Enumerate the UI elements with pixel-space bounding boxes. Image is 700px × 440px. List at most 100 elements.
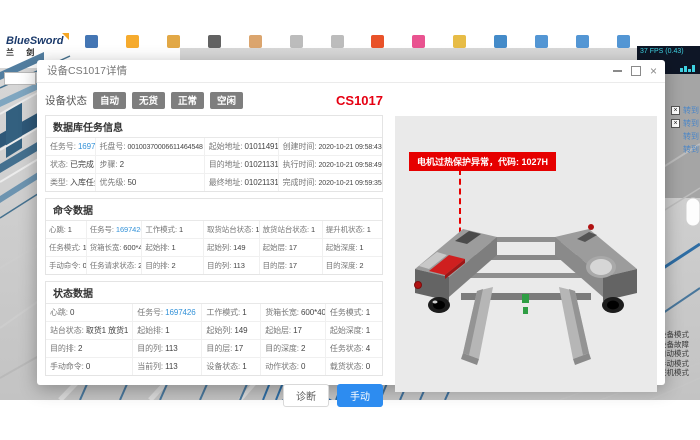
dialog-titlebar[interactable]: 设备CS1017详情 × [37, 60, 665, 83]
field-label: 货箱长宽: [265, 308, 301, 317]
field-value: 入库任务 [70, 178, 95, 187]
device-3d-model [405, 211, 647, 383]
field-value: 1 [359, 243, 363, 252]
magnet-icon[interactable] [126, 35, 139, 48]
goto-link[interactable]: 转到 [683, 131, 699, 142]
field-label: 优先级: [100, 178, 128, 187]
goto-link-row[interactable]: 转到 [663, 143, 699, 156]
close-icon[interactable]: × [650, 65, 657, 77]
field-设备状态: 设备状态: 1 [202, 358, 261, 376]
field-label: 取货站台状态: [207, 225, 255, 234]
field-步骤: 步骤: 2 [95, 156, 204, 174]
field-value: 0 [366, 362, 370, 371]
field-value: 2 [120, 160, 124, 169]
field-目的排: 目的排: 2 [46, 340, 133, 358]
panel-b-icon[interactable] [331, 35, 344, 48]
logo-text: BlueSword [6, 36, 63, 47]
field-状态: 状态: 已完成 [46, 156, 95, 174]
rack-a-icon[interactable] [535, 35, 548, 48]
field-label: 起始深度: [330, 326, 366, 335]
field-起始排: 起始排: 1 [142, 239, 204, 257]
field-起始排: 起始排: 1 [133, 322, 202, 340]
task-number-link[interactable]: 1697426 [165, 308, 195, 317]
chart-icon[interactable] [494, 35, 507, 48]
alarm-icon[interactable] [371, 35, 384, 48]
status-data-table: 心跳: 0任务号: 1697426工作模式: 1货箱长宽: 600*400任务模… [46, 304, 382, 375]
rack-b-icon[interactable] [576, 35, 589, 48]
tools-icon[interactable] [208, 35, 221, 48]
field-类型: 类型: 入库任务 [46, 174, 95, 192]
goto-link-row[interactable]: 转到 [663, 104, 699, 117]
field-value: 1 [255, 225, 259, 234]
field-起始地址: 起始地址: 0101149171 [204, 138, 278, 156]
field-托盘号: 托盘号: 00100370006611464548 [95, 138, 204, 156]
cargo-icon[interactable] [453, 35, 466, 48]
field-label: 起始地址: [209, 142, 245, 151]
field-label: 执行时间: [283, 160, 319, 169]
goto-link[interactable]: 转到 [683, 144, 699, 155]
field-任务模式: 任务模式: 1 [46, 239, 86, 257]
device-code: CS1017 [336, 93, 383, 108]
field-完成时间: 完成时间: 2020-10-21 09:59:35 [278, 174, 382, 192]
field-value: 17 [289, 261, 297, 270]
field-value: 1 [311, 225, 315, 234]
field-value: 取货1 放货1 [86, 326, 128, 335]
field-value: 149 [234, 326, 247, 335]
field-value: 50 [127, 178, 136, 187]
field-任务号: 任务号: 1697426 [133, 304, 202, 322]
field-value: 1 [242, 362, 246, 371]
manual-button[interactable]: 手动 [337, 384, 383, 407]
goto-link-row[interactable]: 转到 [663, 117, 699, 130]
field-value: 00100370006611464548 [127, 144, 202, 151]
field-label: 起始列: [207, 243, 233, 252]
field-目的深度: 目的深度: 2 [261, 340, 326, 358]
checkbox-icon[interactable] [671, 119, 680, 128]
logo-cn-text: 兰 剑 [6, 47, 63, 58]
field-value: 2020-10-21 09:59:35 [319, 180, 382, 187]
field-任务请求状态: 任务请求状态: 2 [86, 257, 142, 275]
field-value: 113 [165, 362, 177, 371]
device-3d-panel[interactable]: 电机过热保护异常，代码: 1027H [395, 116, 657, 392]
diagnose-button[interactable]: 诊断 [283, 384, 329, 407]
logo-corner-icon [62, 33, 69, 40]
field-label: 状态: [50, 160, 70, 169]
goto-link[interactable]: 转到 [683, 105, 699, 116]
field-label: 放货站台状态: [263, 225, 311, 234]
field-label: 目的列: [207, 261, 233, 270]
goto-link[interactable]: 转到 [683, 118, 699, 129]
field-value: 0101149171 [245, 142, 279, 151]
field-label: 任务状态: [330, 344, 366, 353]
minimize-icon[interactable] [613, 70, 622, 72]
field-value: 1 [242, 308, 246, 317]
field-label: 目的地址: [209, 160, 245, 169]
operator-icon[interactable] [249, 35, 262, 48]
rack-c-icon[interactable] [617, 35, 630, 48]
field-心跳: 心跳: 0 [46, 304, 133, 322]
task-number-link[interactable]: 1697426 [116, 225, 142, 234]
search-input[interactable] [4, 72, 36, 85]
section-command-data: 命令数据 心跳: 1任务号: 1697426工作模式: 1取货站台状态: 1放货… [45, 198, 383, 275]
field-任务号: 任务号: 1697426 [46, 138, 95, 156]
panel-a-icon[interactable] [290, 35, 303, 48]
field-label: 最终地址: [209, 178, 245, 187]
checkbox-icon[interactable] [671, 106, 680, 115]
maximize-icon[interactable] [631, 66, 641, 76]
robot-icon[interactable] [85, 35, 98, 48]
fps-histogram-icon [680, 64, 698, 72]
field-label: 目的深度: [265, 344, 301, 353]
field-起始深度: 起始深度: 1 [325, 322, 382, 340]
field-label: 起始排: [137, 326, 165, 335]
task-number-link[interactable]: 1697426 [78, 142, 95, 151]
field-起始列: 起始列: 149 [204, 239, 260, 257]
field-目的列: 目的列: 113 [133, 340, 202, 358]
tag-icon[interactable] [412, 35, 425, 48]
db-task-table: 任务号: 1697426托盘号: 00100370006611464548起始地… [46, 138, 382, 191]
field-label: 托盘号: [100, 142, 128, 151]
field-value: 1 [68, 225, 72, 234]
goto-link-row[interactable]: 转到 [663, 130, 699, 143]
field-label: 货箱长宽: [90, 243, 124, 252]
field-label: 手动命令: [49, 261, 83, 270]
field-value: 17 [289, 243, 297, 252]
field-起始层: 起始层: 17 [261, 322, 326, 340]
forklift-icon[interactable] [167, 35, 180, 48]
